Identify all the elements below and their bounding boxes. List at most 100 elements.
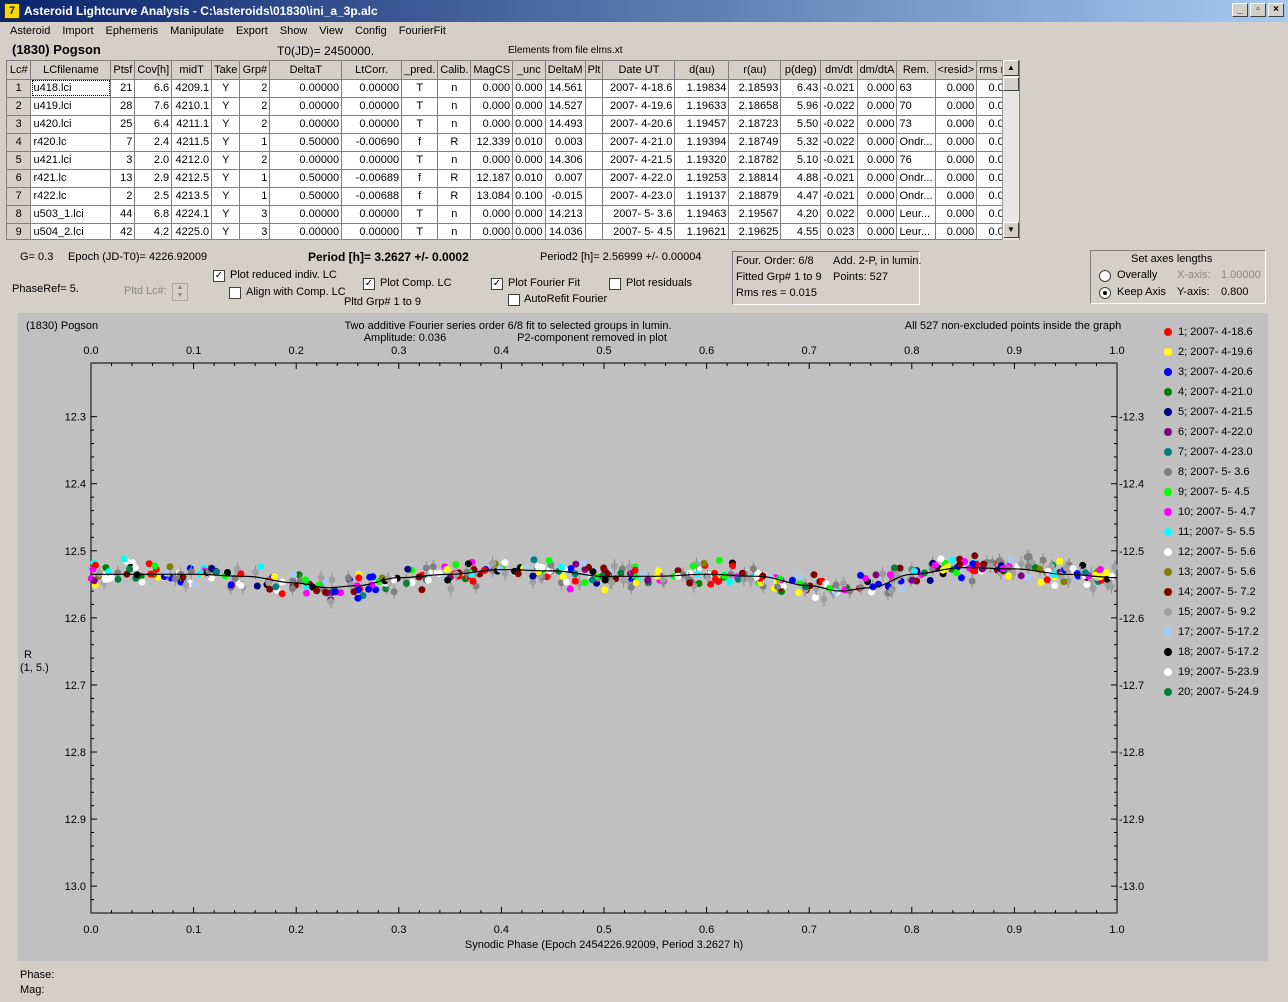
data-point: [224, 569, 231, 576]
data-point: [820, 595, 828, 603]
data-point: [452, 560, 460, 568]
data-point: [714, 577, 722, 585]
data-point: [617, 569, 625, 577]
data-point: [572, 560, 580, 568]
y-axis-label-2: (1, 5.): [20, 662, 49, 674]
data-point: [872, 571, 880, 579]
data-point: [344, 574, 352, 582]
legend-marker-icon: [1164, 348, 1172, 356]
data-point: [317, 574, 325, 582]
data-point: [1051, 581, 1059, 589]
legend-label: 10; 2007- 5- 4.7: [1178, 506, 1256, 518]
legend-label: 4; 2007- 4-21.0: [1178, 386, 1253, 398]
legend-label: 5; 2007- 4-21.5: [1178, 406, 1253, 418]
x-tick-label-bottom: 1.0: [1109, 924, 1124, 936]
data-point: [968, 577, 976, 585]
data-point: [489, 559, 497, 567]
data-point: [354, 586, 362, 594]
y-tick-label-right: -12.9: [1119, 814, 1144, 826]
data-point: [1096, 565, 1104, 573]
plot-p2-note: P2-component removed in plot: [517, 332, 667, 344]
legend-marker-icon: [1164, 628, 1172, 636]
legend-label: 19; 2007- 5-23.9: [1178, 666, 1259, 678]
data-point: [796, 573, 803, 581]
data-point: [313, 587, 321, 595]
legend-marker-icon: [1164, 388, 1172, 396]
data-point: [931, 561, 939, 569]
x-tick-label-bottom: 0.5: [596, 924, 611, 936]
data-point: [1060, 578, 1068, 586]
plot-asteroid-name: (1830) Pogson: [26, 320, 98, 332]
legend-label: 3; 2007- 4-20.6: [1178, 366, 1253, 378]
data-point: [949, 556, 957, 564]
legend-marker-icon: [1164, 668, 1172, 676]
data-point: [114, 569, 122, 577]
data-point: [463, 568, 470, 576]
legend-item: 3; 2007- 4-20.6: [1158, 365, 1253, 379]
data-point: [545, 557, 553, 565]
x-tick-label-bottom: 0.4: [494, 924, 509, 936]
x-tick-label-top: 0.5: [596, 345, 611, 357]
data-point: [1091, 571, 1099, 579]
data-point: [825, 584, 833, 592]
lightcurve-chart: (1830) Pogson Two additive Fourier serie…: [20, 320, 1144, 951]
x-tick-label-top: 0.7: [802, 345, 817, 357]
data-point: [253, 582, 261, 590]
legend-label: 7; 2007- 4-23.0: [1178, 446, 1253, 458]
x-tick-label-bottom: 0.3: [391, 924, 406, 936]
data-point: [1023, 553, 1031, 561]
legend-label: 6; 2007- 4-22.0: [1178, 426, 1253, 438]
y-tick-label-left: 13.0: [65, 881, 86, 893]
data-point: [120, 555, 128, 563]
data-point: [301, 576, 309, 584]
data-point: [96, 570, 103, 577]
data-point: [908, 576, 916, 584]
data-point: [711, 569, 719, 577]
data-point: [429, 563, 437, 571]
x-tick-label-bottom: 0.8: [904, 924, 919, 936]
data-point: [171, 575, 179, 583]
data-point: [749, 565, 757, 573]
legend-marker-icon: [1164, 448, 1172, 456]
data-point: [774, 583, 781, 591]
legend-label: 13; 2007- 5- 5.6: [1178, 566, 1256, 578]
data-point: [327, 598, 335, 605]
data-point: [272, 583, 280, 591]
data-point: [700, 559, 708, 567]
legend-label: 15; 2007- 5- 9.2: [1178, 606, 1256, 618]
data-point: [879, 570, 887, 578]
data-point: [857, 571, 864, 579]
data-point: [278, 590, 286, 598]
data-point: [581, 579, 589, 587]
y-tick-label-right: -12.3: [1119, 412, 1144, 424]
data-point: [92, 561, 99, 569]
data-point: [252, 568, 260, 576]
data-point: [328, 576, 336, 584]
legend-item: 8; 2007- 5- 3.6: [1158, 465, 1250, 479]
y-axis-label-1: R: [24, 649, 32, 661]
data-point: [832, 581, 840, 589]
data-point: [1089, 585, 1097, 593]
plot-description: Two additive Fourier series order 6/8 fi…: [344, 320, 671, 332]
x-tick-label-top: 0.8: [904, 345, 919, 357]
data-point: [1056, 557, 1064, 565]
data-point: [727, 570, 735, 578]
legend-item: 15; 2007- 5- 9.2: [1158, 605, 1256, 619]
data-point: [182, 581, 190, 589]
legend-marker-icon: [1164, 568, 1172, 576]
data-point: [625, 563, 633, 571]
legend-item: 1; 2007- 4-18.6: [1158, 325, 1253, 339]
data-point: [558, 563, 565, 571]
data-point: [464, 560, 472, 568]
data-point: [969, 560, 977, 568]
data-point: [1069, 564, 1077, 572]
data-point: [795, 589, 803, 597]
x-tick-label-top: 0.9: [1007, 345, 1022, 357]
data-point: [369, 573, 377, 581]
data-point: [390, 588, 398, 596]
data-point: [898, 585, 906, 592]
data-point: [1039, 556, 1047, 564]
data-point: [290, 571, 298, 578]
x-tick-label-top: 0.0: [83, 345, 98, 357]
data-point: [747, 576, 755, 584]
